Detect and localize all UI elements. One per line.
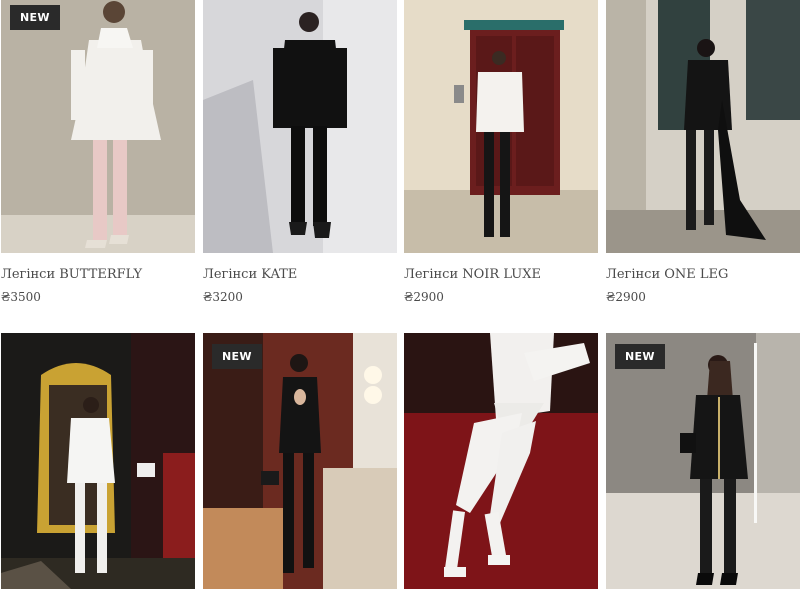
product-price: ₴3500 (1, 290, 41, 304)
new-badge: NEW (10, 5, 60, 30)
product-image[interactable] (404, 0, 598, 253)
product-card[interactable]: NEW (203, 333, 397, 589)
product-name[interactable]: Легінси NOIR LUXE (404, 267, 598, 283)
product-card[interactable] (1, 333, 195, 589)
product-card[interactable]: NEW Легінси BUTTERFLY ₴3500 (1, 0, 195, 305)
product-name[interactable]: Легінси BUTTERFLY (1, 267, 195, 283)
product-price: ₴3200 (203, 290, 243, 304)
product-name[interactable]: Легінси KATE (203, 267, 397, 283)
product-image[interactable] (1, 333, 195, 589)
product-card[interactable] (404, 333, 598, 589)
product-card[interactable]: Легінси NOIR LUXE ₴2900 (404, 0, 598, 305)
product-card[interactable]: NEW (606, 333, 800, 589)
product-image[interactable] (404, 333, 598, 589)
product-name[interactable]: Легінси ONE LEG (606, 267, 800, 283)
new-badge: NEW (615, 344, 665, 369)
product-price: ₴2900 (404, 290, 444, 304)
product-card[interactable]: Легінси ONE LEG ₴2900 (606, 0, 800, 305)
new-badge: NEW (212, 344, 262, 369)
product-image[interactable]: NEW (1, 0, 195, 253)
product-image[interactable]: NEW (203, 333, 397, 589)
product-price: ₴2900 (606, 290, 646, 304)
product-image[interactable] (606, 0, 800, 253)
product-card[interactable]: Легінси KATE ₴3200 (203, 0, 397, 305)
product-image[interactable]: NEW (606, 333, 800, 589)
product-grid: NEW Легінси BUTTERFLY ₴3500 Легінси KATE… (0, 0, 800, 589)
product-image[interactable] (203, 0, 397, 253)
